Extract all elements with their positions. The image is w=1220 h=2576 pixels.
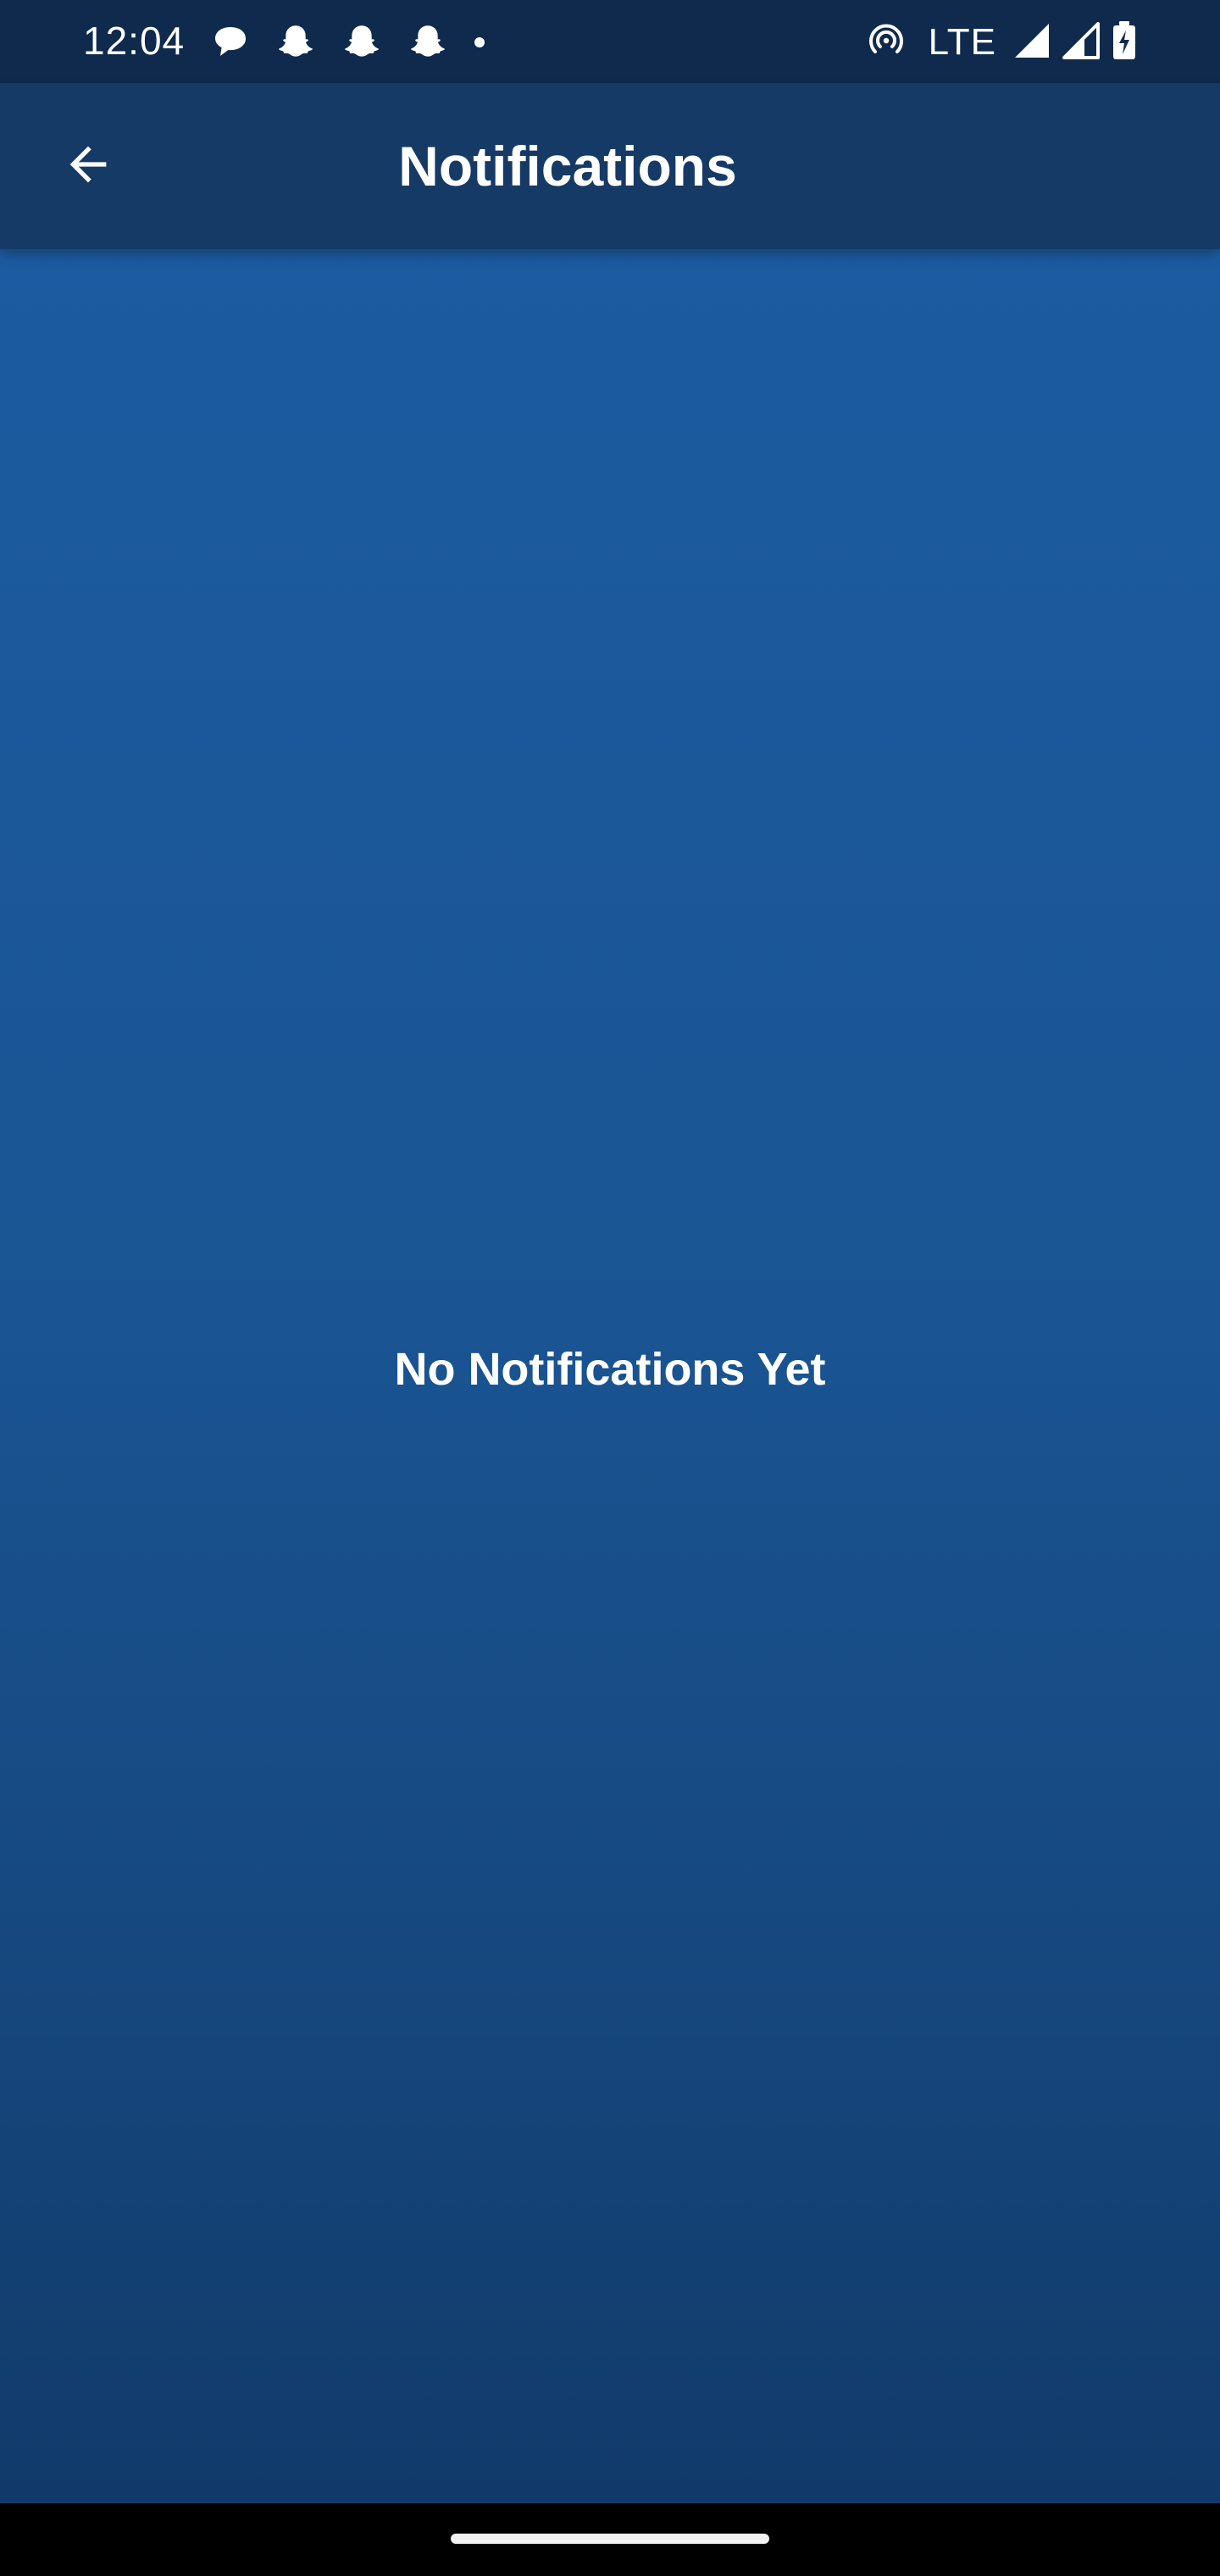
cell-signal-full-icon (1013, 22, 1051, 64)
status-time: 12:04 (83, 19, 186, 63)
snapchat-ghost-icon (407, 21, 449, 64)
snapchat-ghost-icon (341, 21, 383, 64)
empty-state-message: No Notifications Yet (394, 1344, 826, 1395)
chat-bubble-icon (210, 22, 251, 63)
snapchat-ghost-icon (274, 21, 317, 64)
notification-icons (210, 19, 486, 66)
hotspot-icon (866, 20, 907, 65)
arrow-back-icon (61, 137, 115, 196)
page-title: Notifications (398, 135, 737, 197)
system-icons: LTE (866, 19, 1137, 66)
notifications-list[interactable]: No Notifications Yet (0, 249, 1220, 2503)
status-bar: 12:04 LTE (0, 0, 1220, 83)
battery-charging-icon (1112, 20, 1137, 65)
home-indicator[interactable] (451, 2534, 769, 2544)
cell-signal-partial-icon (1062, 21, 1100, 64)
dot-icon (473, 36, 486, 49)
app-bar: Notifications (0, 83, 1220, 249)
back-button[interactable] (47, 125, 129, 207)
network-type: LTE (928, 21, 996, 63)
